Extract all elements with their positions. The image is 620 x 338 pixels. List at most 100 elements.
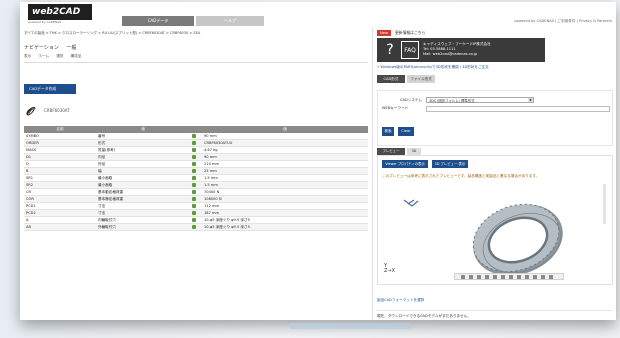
spec-table-body: SYMBO 番号 90 mm ORDER 形式 CRBF6030ATUU MASS 質量(参考… <box>24 133 368 231</box>
keyword-input[interactable] <box>426 106 610 112</box>
clear-button[interactable]: Clear <box>398 127 414 136</box>
cad-system-select[interactable]: 3DS (固形フォルム) 標準形式 ▼ <box>426 97 534 103</box>
spec-label: 質量(参考) <box>96 146 190 154</box>
table-row[interactable]: ORDER 形式 CRBF6030ATUU <box>24 139 368 147</box>
cad-format-link[interactable]: 製品CADフォーマットを選択 <box>377 298 424 303</box>
web2cad-logo[interactable]: web2CAD <box>28 4 92 20</box>
table-row[interactable]: D 外径 210 mm <box>24 160 368 168</box>
nav-general-link[interactable]: 一般 <box>67 45 77 51</box>
measure-icon[interactable] <box>541 275 545 279</box>
logo-tagline: powered by CADENAS <box>28 20 62 24</box>
wireframe-icon[interactable] <box>525 275 529 279</box>
lock-icon <box>192 197 196 201</box>
table-row[interactable]: D1 内径 90 mm <box>24 153 368 161</box>
lock-cell <box>190 216 202 224</box>
spec-value: CRBF6030ATUU <box>202 139 368 147</box>
cad-system-label: CADシステム <box>400 98 423 102</box>
shade-icon[interactable] <box>533 275 537 279</box>
lock-icon <box>192 148 196 152</box>
column-header-name: 名前 <box>24 126 96 133</box>
tab-3d[interactable]: 3D <box>407 148 421 155</box>
preview-area[interactable]: Viewer プロパティの表示 3D プレビュー 表示 このプレビューは参考に表… <box>377 155 613 285</box>
lock-cell <box>190 195 202 203</box>
zoom-icon[interactable] <box>477 275 481 279</box>
table-row[interactable]: SR2 最小面取 1.5 mm <box>24 181 368 189</box>
fit-icon[interactable] <box>485 275 489 279</box>
axis-zx: Z→X <box>384 268 396 274</box>
view-option-select[interactable]: 選択 <box>56 54 63 58</box>
rotate-icon[interactable] <box>461 275 465 279</box>
cursor-arrow-icon <box>403 199 419 207</box>
table-row[interactable]: B 幅 25 mm <box>24 167 368 175</box>
table-row[interactable]: COR 基本静定格荷重 108000 N <box>24 195 368 203</box>
news-header: New 更新情報はこちら <box>377 30 613 37</box>
search-button[interactable]: 検索 <box>382 127 394 136</box>
left-panel: すべての製品 > THK > クロスローラーリング > RU-UU(スプリット型… <box>20 28 372 320</box>
header-links[interactable]: powered by CADENAS | ご利用条件 | Privacy & P… <box>514 19 612 24</box>
tab-help[interactable]: ヘルプ <box>196 16 264 26</box>
spec-label: 最小面取 <box>96 181 190 189</box>
header: web2CAD powered by CADENAS CADデータ ヘルプ po… <box>20 2 616 26</box>
column-header-lock <box>190 126 202 133</box>
view-option-home[interactable]: ホーム <box>38 54 49 58</box>
view-option-components[interactable]: 構成品 <box>71 54 82 58</box>
tab-file-format[interactable]: ファイル形式 <box>407 75 435 83</box>
spec-value: 25 mm <box>202 167 368 175</box>
divider <box>24 62 368 63</box>
spec-value: 1.5 mm <box>202 181 368 189</box>
app-window: web2CAD powered by CADENAS CADデータ ヘルプ po… <box>20 2 616 320</box>
support-mail: Mail: web2cad@cadenas.co.jp <box>423 52 478 56</box>
viewer-toolbar <box>454 273 564 280</box>
support-banner[interactable]: ? FAQ キャディスウェブ・フーケードIP株式会社 Tel: 03-5888-… <box>377 38 545 62</box>
spec-name: MASS <box>24 146 96 154</box>
lock-icon <box>192 183 196 187</box>
table-row[interactable]: PCD2 寸法 187 mm <box>24 209 368 217</box>
spec-label: 外径 <box>96 160 190 168</box>
table-row[interactable]: AB 外輪取付穴 10-φ5 深座ぐり φ9.5 深さ5 <box>24 223 368 231</box>
iso-view-icon[interactable] <box>517 275 521 279</box>
spec-label: 形式 <box>96 139 190 147</box>
spec-name: A <box>24 216 96 224</box>
news-title[interactable]: 更新情報はこちら <box>395 30 425 36</box>
question-icon: ? <box>386 42 394 58</box>
download-note: 現在、ダウンロードできるCADモデルがまだありません。 <box>377 310 613 319</box>
keyword-label: WEBキーワード <box>382 106 409 110</box>
spec-label: 内径 <box>96 153 190 161</box>
side-view-icon[interactable] <box>501 275 505 279</box>
spec-name: AB <box>24 223 96 231</box>
spec-value: 187 mm <box>202 209 368 217</box>
spec-label: 基本動定格荷重 <box>96 188 190 196</box>
spec-name: D <box>24 160 96 168</box>
generate-cad-button[interactable]: CADデータ作成 <box>24 84 76 94</box>
settings-icon[interactable] <box>549 275 553 279</box>
spec-label: 最小面取 <box>96 174 190 182</box>
lock-cell <box>190 174 202 182</box>
table-row[interactable]: A 内輪取付穴 10-φ5 深座ぐり φ9.5 深さ5 <box>24 216 368 224</box>
front-view-icon[interactable] <box>493 275 497 279</box>
lock-cell <box>190 209 202 217</box>
spec-name: B <box>24 167 96 175</box>
spec-value: 112 mm <box>202 202 368 210</box>
partcommunity-link[interactable]: » Windows版のPARTcommunityで3D形状を確認 / 3D形状を… <box>377 65 489 70</box>
tab-cad-data[interactable]: CADデータ <box>122 16 194 26</box>
breadcrumb[interactable]: すべての製品 > THK > クロスローラーリング > RU-UU(スプリット型… <box>24 31 368 36</box>
spec-label: 寸法 <box>96 202 190 210</box>
table-row[interactable]: PCD1 寸法 112 mm <box>24 202 368 210</box>
lock-icon <box>192 162 196 166</box>
lock-cell <box>190 160 202 168</box>
lock-cell <box>190 202 202 210</box>
lock-icon <box>192 190 196 194</box>
table-row[interactable]: MASS 質量(参考) 4.67 kg <box>24 146 368 154</box>
tab-preview[interactable]: プレビュー <box>377 148 405 155</box>
lock-icon <box>192 134 196 138</box>
view-option-display[interactable]: 表示 <box>24 54 31 58</box>
cad-system-value: 3DS (固形フォルム) 標準形式 <box>429 99 475 103</box>
tab-cad-format[interactable]: CAD形式 <box>377 75 405 83</box>
table-row[interactable]: CR 基本動定格荷重 70400 N <box>24 188 368 196</box>
bearing-ring-icon <box>472 203 563 276</box>
top-view-icon[interactable] <box>509 275 513 279</box>
table-row[interactable]: SR1 最小面取 1.5 mm <box>24 174 368 182</box>
lock-cell <box>190 223 202 231</box>
product-header: 𝓞 CRBF6030AT <box>24 104 368 118</box>
pan-icon[interactable] <box>469 275 473 279</box>
